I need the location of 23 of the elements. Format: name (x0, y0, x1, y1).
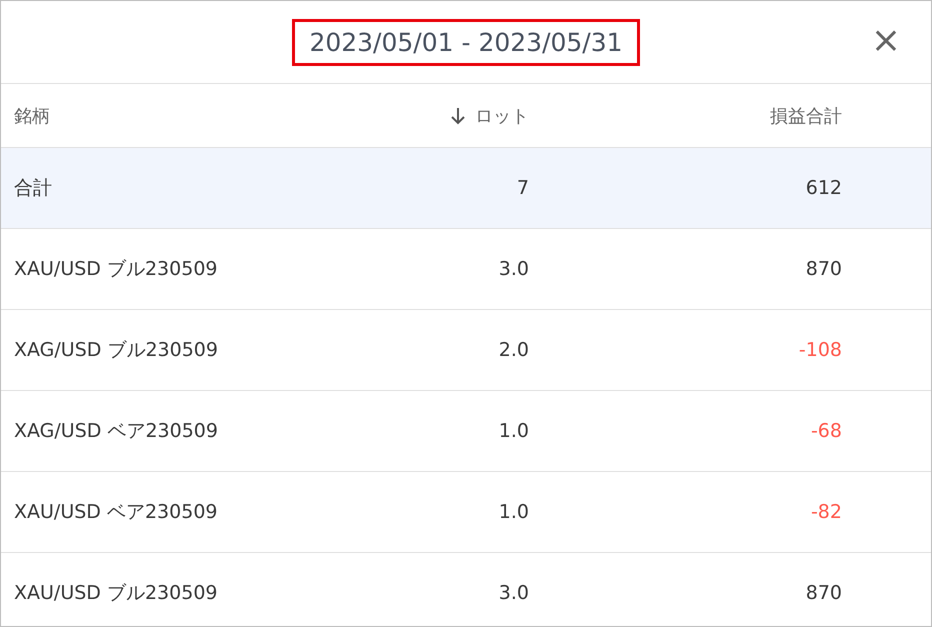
table-cell-text: XAG/USD ベア230509 (14, 419, 218, 444)
table-cell: 612 (806, 177, 842, 199)
table-cell-text: 合計 (14, 176, 52, 201)
column-header[interactable]: 銘柄 (14, 104, 50, 128)
table-cell: -108 (798, 339, 842, 361)
close-button[interactable]: × (866, 23, 905, 59)
table-cell: 3.0 (498, 582, 529, 604)
table-cell: 1.0 (498, 420, 529, 442)
table-cell: 870 (806, 582, 842, 604)
table-cell: -68 (810, 420, 842, 442)
table-cell: 3.0 (498, 258, 529, 280)
table-cell-text: XAU/USD ベア230509 (14, 500, 218, 525)
table-cell: 870 (806, 258, 842, 280)
table-cell-text: XAG/USD ブル230509 (14, 338, 218, 363)
table-cell: 1.0 (498, 501, 529, 523)
table-cell: -82 (810, 501, 842, 523)
table-cell-text: XAU/USD ブル230509 (14, 581, 218, 606)
column-header[interactable]: 損益合計 (770, 104, 842, 128)
column-header[interactable]: ロット (475, 104, 529, 128)
table-cell: 7 (516, 177, 529, 199)
table-cell: 2.0 (498, 339, 529, 361)
date-range-title: 2023/05/01 - 2023/05/31 (292, 18, 640, 66)
table-cell-text: XAU/USD ブル230509 (14, 257, 218, 282)
